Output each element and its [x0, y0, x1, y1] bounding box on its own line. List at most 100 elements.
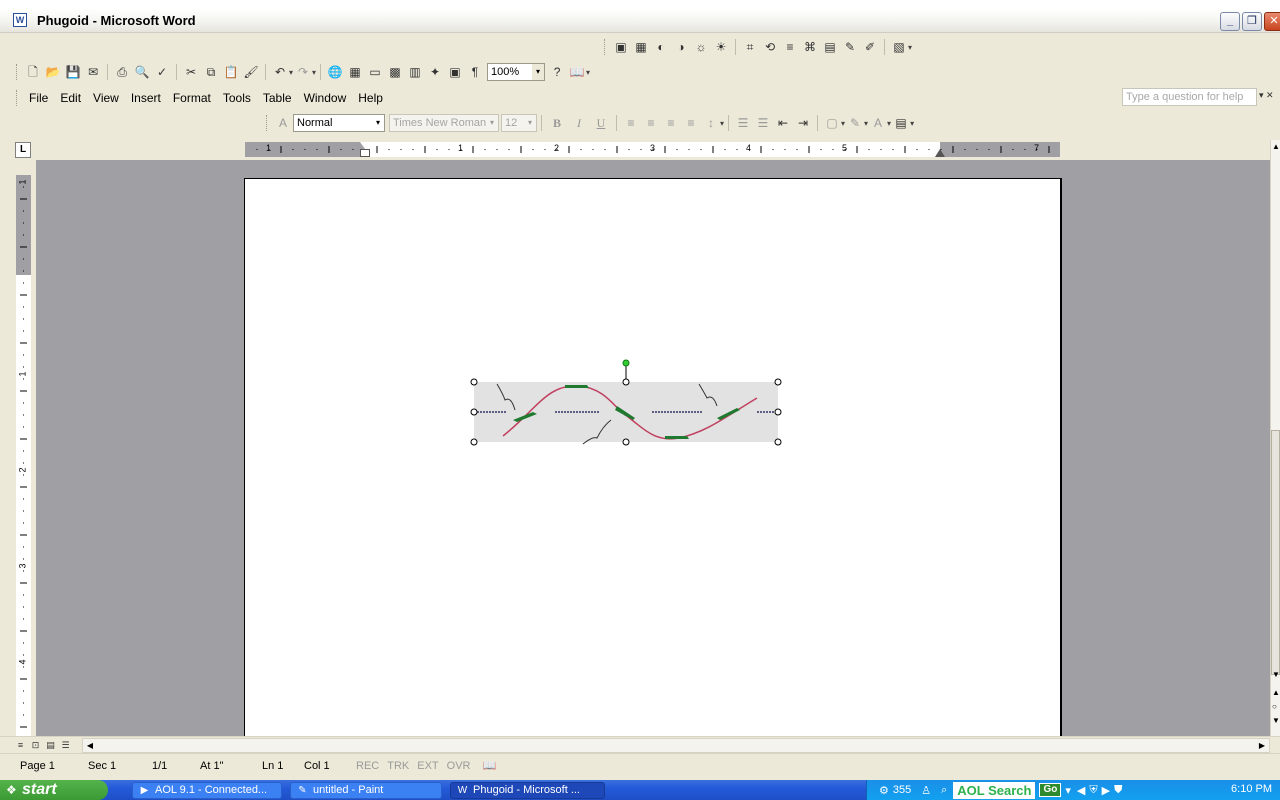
decrease-indent-icon[interactable]: ⇤ [775, 115, 791, 131]
style-dropdown-icon[interactable]: ▾ [372, 115, 384, 131]
select-browse-object-icon[interactable]: ○ [1272, 702, 1277, 711]
font-color-dropdown[interactable]: ▾ [887, 119, 891, 128]
menu-insert[interactable]: Insert [125, 89, 167, 107]
increase-indent-icon[interactable]: ⇥ [795, 115, 811, 131]
open-folder-icon[interactable]: 📂 [45, 64, 61, 80]
toolbar-grip[interactable] [604, 39, 607, 55]
document-map-icon[interactable]: ▣ [447, 64, 463, 80]
task-word[interactable]: W Phugoid - Microsoft ... [450, 782, 605, 799]
shield-icon[interactable]: ⛊ [1114, 784, 1122, 797]
aol-tray-icon[interactable]: ▶ [1102, 784, 1110, 797]
numbering-icon[interactable]: ☰ [735, 115, 751, 131]
toolbar-grip[interactable] [16, 64, 19, 80]
less-brightness-icon[interactable]: ☀ [713, 39, 729, 55]
copy-icon[interactable]: ⧉ [203, 64, 219, 80]
right-indent-marker[interactable] [935, 149, 945, 157]
styles-formatting-icon[interactable]: A [275, 115, 291, 131]
format-painter-icon[interactable]: 🖌 [243, 64, 259, 80]
crop-icon[interactable]: ⌗ [742, 39, 758, 55]
print-icon[interactable]: ⎙ [114, 64, 130, 80]
borders-dropdown[interactable]: ▾ [841, 119, 845, 128]
font-select[interactable]: Times New Roman ▾ [389, 114, 499, 132]
status-ext[interactable]: EXT [413, 756, 442, 776]
vertical-ruler[interactable]: 1 1 2 3 4 [16, 175, 31, 736]
network-icon[interactable]: ⚙ [879, 784, 889, 797]
color-icon[interactable]: ▦ [633, 39, 649, 55]
format-picture-icon[interactable]: ✎ [842, 39, 858, 55]
aol-search-input[interactable]: AOL Search [953, 781, 1036, 799]
phugoid-picture[interactable] [467, 354, 787, 454]
zoom-dropdown-icon[interactable]: ▾ [532, 64, 545, 80]
menu-help[interactable]: Help [352, 89, 389, 107]
help-dropdown-icon[interactable]: ▾ ✕ [1259, 90, 1274, 101]
line-spacing-icon[interactable]: ↕ [703, 115, 719, 131]
formatting-options-dropdown[interactable]: ▾ [910, 119, 914, 128]
align-left-icon[interactable]: ≡ [623, 115, 639, 131]
scroll-left-icon[interactable]: ◀ [83, 739, 97, 752]
menu-window[interactable]: Window [298, 89, 353, 107]
borders-icon[interactable]: ▢ [824, 115, 840, 131]
menu-grip[interactable] [16, 90, 19, 106]
scroll-up-icon[interactable]: ▲ [1272, 142, 1280, 151]
undo-icon[interactable]: ↶ [272, 64, 288, 80]
tab-selector-button[interactable]: L [15, 142, 31, 158]
align-right-icon[interactable]: ≡ [663, 115, 679, 131]
start-button[interactable]: ❖ start [0, 780, 108, 800]
cut-icon[interactable]: ✂ [183, 64, 199, 80]
italic-button[interactable]: I [571, 116, 587, 131]
status-ovr[interactable]: OVR [443, 756, 475, 776]
scroll-down-icon[interactable]: ▼ [1272, 670, 1280, 679]
task-paint[interactable]: ✎ untitled - Paint [290, 782, 442, 799]
underline-button[interactable]: U [593, 116, 609, 131]
undo-dropdown[interactable]: ▾ [289, 68, 293, 77]
highlight-icon[interactable]: ✎ [847, 115, 863, 131]
rotation-handle[interactable] [622, 359, 630, 367]
bullets-icon[interactable]: ☰ [755, 115, 771, 131]
hyperlink-icon[interactable]: 🌐 [327, 64, 343, 80]
insert-excel-icon[interactable]: ▩ [387, 64, 403, 80]
less-contrast-icon[interactable]: ◑ [673, 39, 689, 55]
paste-icon[interactable]: 📋 [223, 64, 239, 80]
task-aol[interactable]: ▶ AOL 9.1 - Connected... [132, 782, 282, 799]
more-contrast-icon[interactable]: ◐ [653, 39, 669, 55]
set-transparent-color-icon[interactable]: ✐ [862, 39, 878, 55]
vertical-scrollbar[interactable]: ▲ ▼ ▲ ○ ▼ [1270, 140, 1280, 736]
normal-view-icon[interactable]: ≡ [14, 739, 27, 751]
menu-tools[interactable]: Tools [217, 89, 257, 107]
reset-picture-icon[interactable]: ▧ [891, 39, 907, 55]
web-layout-icon[interactable]: ⊡ [29, 739, 42, 751]
help-question-input[interactable]: Type a question for help [1122, 88, 1257, 106]
help-icon[interactable]: ? [549, 64, 565, 80]
more-brightness-icon[interactable]: ☼ [693, 39, 709, 55]
menu-table[interactable]: Table [257, 89, 298, 107]
scroll-thumb[interactable] [1271, 430, 1280, 675]
font-dropdown-icon[interactable]: ▾ [486, 115, 498, 131]
highlight-dropdown[interactable]: ▾ [864, 119, 868, 128]
spelling-icon[interactable]: ✓ [154, 64, 170, 80]
columns-icon[interactable]: ▥ [407, 64, 423, 80]
close-button[interactable]: ✕ [1264, 12, 1280, 31]
font-size-select[interactable]: 12 ▾ [501, 114, 537, 132]
menu-edit[interactable]: Edit [54, 89, 87, 107]
size-dropdown-icon[interactable]: ▾ [524, 115, 536, 131]
go-button[interactable]: Go [1039, 783, 1062, 797]
scroll-right-icon[interactable]: ▶ [1255, 739, 1269, 752]
next-page-icon[interactable]: ▼ [1272, 716, 1280, 725]
restore-button[interactable]: ❐ [1242, 12, 1262, 31]
tray-back-icon[interactable]: ◀ [1077, 784, 1085, 797]
justify-icon[interactable]: ≡ [683, 115, 699, 131]
zoom-select[interactable]: 100% ▾ [487, 63, 546, 81]
aol-person-icon[interactable]: ♙ [921, 784, 931, 797]
compress-pictures-icon[interactable]: ⌘ [802, 39, 818, 55]
menu-file[interactable]: File [23, 89, 54, 107]
security-icon[interactable]: ⛨ [1089, 784, 1097, 797]
search-icon[interactable]: ⌕ [941, 784, 947, 797]
spelling-status-icon[interactable]: 📖 [474, 756, 504, 776]
previous-page-icon[interactable]: ▲ [1272, 688, 1280, 697]
save-icon[interactable]: 💾 [65, 64, 81, 80]
research-icon[interactable]: ▤ [893, 115, 909, 131]
minimize-button[interactable]: _ [1220, 12, 1240, 31]
menu-view[interactable]: View [87, 89, 125, 107]
text-wrapping-icon[interactable]: ▤ [822, 39, 838, 55]
toolbar-options-dropdown[interactable]: ▾ [586, 68, 590, 77]
